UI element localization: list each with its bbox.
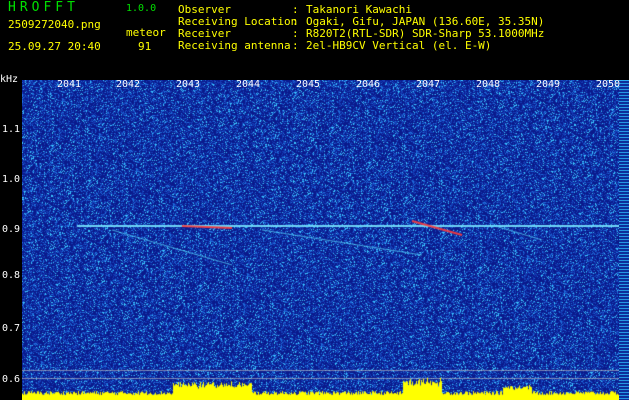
count-label: 91 bbox=[138, 40, 152, 53]
spectrogram-canvas bbox=[22, 80, 619, 400]
x-tick-label: 2041 bbox=[57, 79, 82, 90]
axis-unit-label: kHz bbox=[0, 74, 19, 85]
x-tick-label: 2042 bbox=[116, 79, 141, 90]
x-tick-label: 2050 bbox=[596, 79, 621, 90]
x-tick-label: 2049 bbox=[536, 79, 561, 90]
y-tick-label: 0.8 bbox=[2, 270, 21, 281]
y-tick-label: 1.1 bbox=[2, 124, 21, 135]
x-tick-label: 2046 bbox=[356, 79, 381, 90]
y-tick-label: 0.7 bbox=[2, 323, 21, 334]
antenna-label: Receiving antenna bbox=[178, 39, 291, 52]
y-tick-label: 1.0 bbox=[2, 174, 21, 185]
header-panel: HROFFT 1.0.0 2509272040.png meteor 25.09… bbox=[0, 0, 629, 74]
mode-label: meteor bbox=[126, 26, 166, 39]
app-version: 1.0.0 bbox=[126, 3, 157, 14]
x-tick-label: 2043 bbox=[176, 79, 201, 90]
filename-label: 2509272040.png bbox=[8, 18, 101, 31]
antenna-value: 2el-HB9CV Vertical (el. E-W) bbox=[306, 39, 492, 52]
y-tick-label: 0.6 bbox=[2, 374, 21, 385]
intensity-scale bbox=[619, 80, 629, 400]
timestamp-label: 25.09.27 20:40 bbox=[8, 40, 101, 53]
x-tick-label: 2047 bbox=[416, 79, 441, 90]
x-tick-label: 2044 bbox=[236, 79, 261, 90]
app-title: HROFFT bbox=[8, 0, 79, 15]
y-tick-label: 0.9 bbox=[2, 224, 21, 235]
x-tick-label: 2048 bbox=[476, 79, 501, 90]
x-tick-label: 2045 bbox=[296, 79, 321, 90]
separator: : bbox=[292, 39, 299, 52]
